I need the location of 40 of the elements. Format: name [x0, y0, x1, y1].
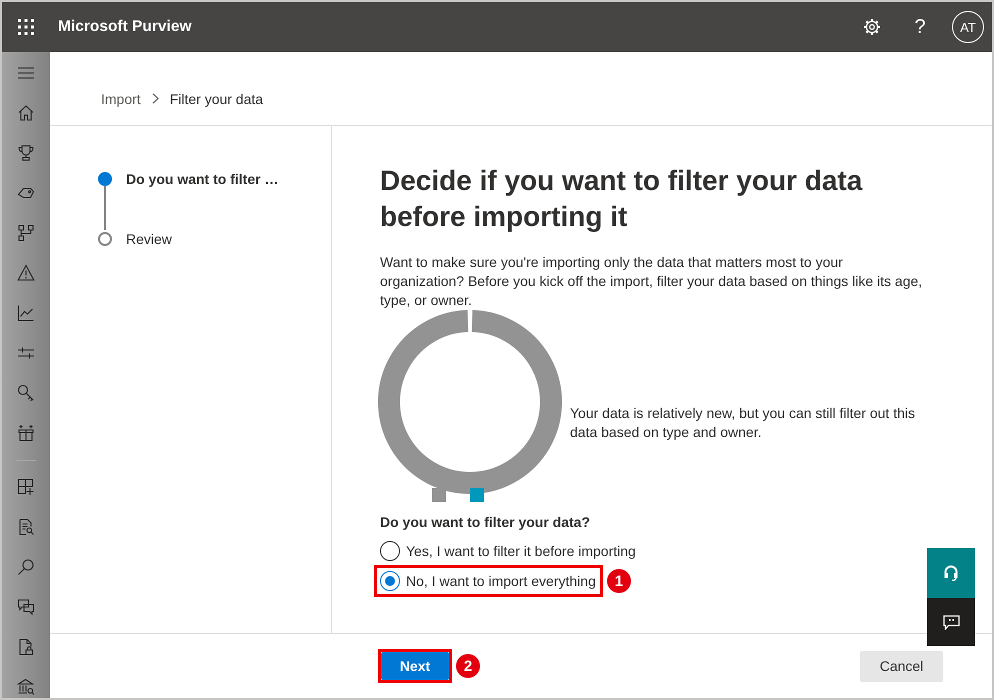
step-connector-line [104, 186, 106, 230]
breadcrumb-current: Filter your data [170, 90, 264, 106]
intro-text: Want to make sure you're importing only the data that matters most to your organization? Before you kick off the import, filter your data based on things like its age, type, or owner. [380, 253, 924, 310]
support-button[interactable] [927, 548, 975, 598]
feedback-button[interactable] [927, 598, 975, 646]
chevron-icon [152, 93, 159, 104]
step-label: Review [126, 230, 172, 248]
warning-icon[interactable] [17, 264, 35, 282]
next-button[interactable]: Next [381, 652, 449, 680]
document-search-icon[interactable] [17, 518, 35, 536]
line-chart-icon[interactable] [17, 304, 35, 322]
radio-option[interactable]: No, I want to import everything [380, 568, 596, 594]
home-icon[interactable] [17, 104, 35, 122]
account-avatar[interactable]: AT [952, 11, 984, 43]
radio-option[interactable]: Yes, I want to filter it before importing [380, 538, 636, 564]
headset-icon [944, 565, 958, 581]
radio-button[interactable] [380, 541, 400, 561]
callout-number: 2 [456, 654, 480, 678]
settings-icon[interactable] [863, 18, 881, 36]
app-title: Microsoft Purview [58, 18, 192, 36]
chart-caption: Your data is relatively new, but you can still filter out this data based on type and owner. [570, 404, 916, 442]
gift-box-icon[interactable] [17, 424, 35, 442]
cancel-button[interactable]: Cancel [860, 650, 943, 682]
bank-search-icon[interactable] [17, 678, 35, 696]
help-button[interactable]: ? [910, 14, 930, 40]
grid-plus-icon[interactable] [17, 478, 35, 496]
callout-number: 1 [606, 569, 631, 593]
breadcrumb-link[interactable]: Import [101, 90, 141, 106]
question-label: Do you want to filter your data? [380, 513, 592, 532]
app-launcher-icon[interactable] [18, 19, 34, 35]
chat-icon [942, 614, 960, 630]
flowchart-icon[interactable] [17, 224, 35, 242]
trophy-icon[interactable] [17, 144, 35, 162]
page-heading: Decide if you want to filter your data before importing it [380, 164, 864, 234]
search-icon[interactable] [17, 558, 35, 576]
step-label: Do you want to filter … [126, 170, 278, 188]
chat-bubbles-icon[interactable] [17, 598, 35, 616]
key-icon[interactable] [17, 384, 35, 402]
document-lock-icon[interactable] [17, 638, 35, 656]
radio-button[interactable] [380, 571, 400, 591]
